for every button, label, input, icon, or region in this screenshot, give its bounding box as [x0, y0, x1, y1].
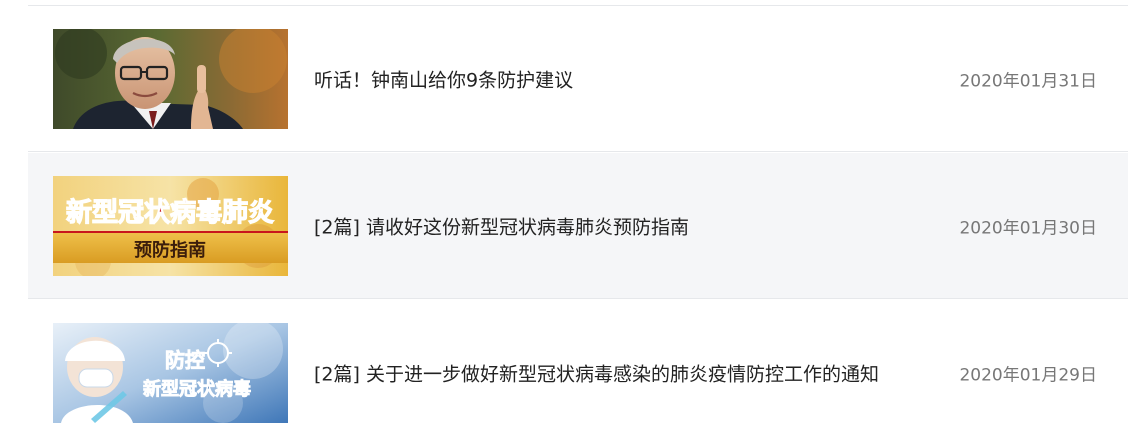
news-thumbnail-zhong-nanshan[interactable] — [53, 29, 288, 129]
thumbnail-line1-text: 防控 — [165, 348, 205, 372]
news-list: 听话！钟南山给你9条防护建议 2020年01月31日 新型冠状病毒肺炎 预防指南… — [0, 0, 1128, 446]
thumbnail-line2-text: 新型冠状病毒 — [143, 378, 251, 400]
news-thumbnail-prevention-guide[interactable]: 新型冠状病毒肺炎 预防指南 — [53, 176, 288, 276]
news-thumbnail-epidemic-control[interactable]: 防控 新型冠状病毒 — [53, 323, 288, 423]
news-title-link[interactable]: [2篇] 关于进一步做好新型冠状病毒感染的肺炎疫情防控工作的通知 — [314, 360, 879, 387]
news-title-link[interactable]: [2篇] 请收好这份新型冠状病毒肺炎预防指南 — [314, 212, 689, 239]
epidemic-control-banner-image: 防控 新型冠状病毒 — [53, 323, 288, 423]
news-title-link[interactable]: 听话！钟南山给你9条防护建议 — [314, 65, 573, 92]
news-date: 2020年01月29日 — [959, 365, 1097, 386]
portrait-photo-image — [53, 29, 288, 129]
thumbnail-subheadline-text: 预防指南 — [134, 239, 206, 261]
prevention-guide-banner-image: 新型冠状病毒肺炎 预防指南 — [53, 176, 288, 276]
news-date: 2020年01月31日 — [959, 71, 1097, 91]
news-list-item[interactable]: 听话！钟南山给你9条防护建议 2020年01月31日 — [28, 6, 1128, 152]
news-list-item[interactable]: 新型冠状病毒肺炎 预防指南 [2篇] 请收好这份新型冠状病毒肺炎预防指南 202… — [28, 153, 1128, 299]
news-date: 2020年01月30日 — [959, 218, 1097, 238]
thumbnail-headline-text: 新型冠状病毒肺炎 — [66, 197, 274, 228]
news-list-item[interactable]: 防控 新型冠状病毒 [2篇] 关于进一步做好新型冠状病毒感染的肺炎疫情防控工作的… — [28, 300, 1128, 446]
